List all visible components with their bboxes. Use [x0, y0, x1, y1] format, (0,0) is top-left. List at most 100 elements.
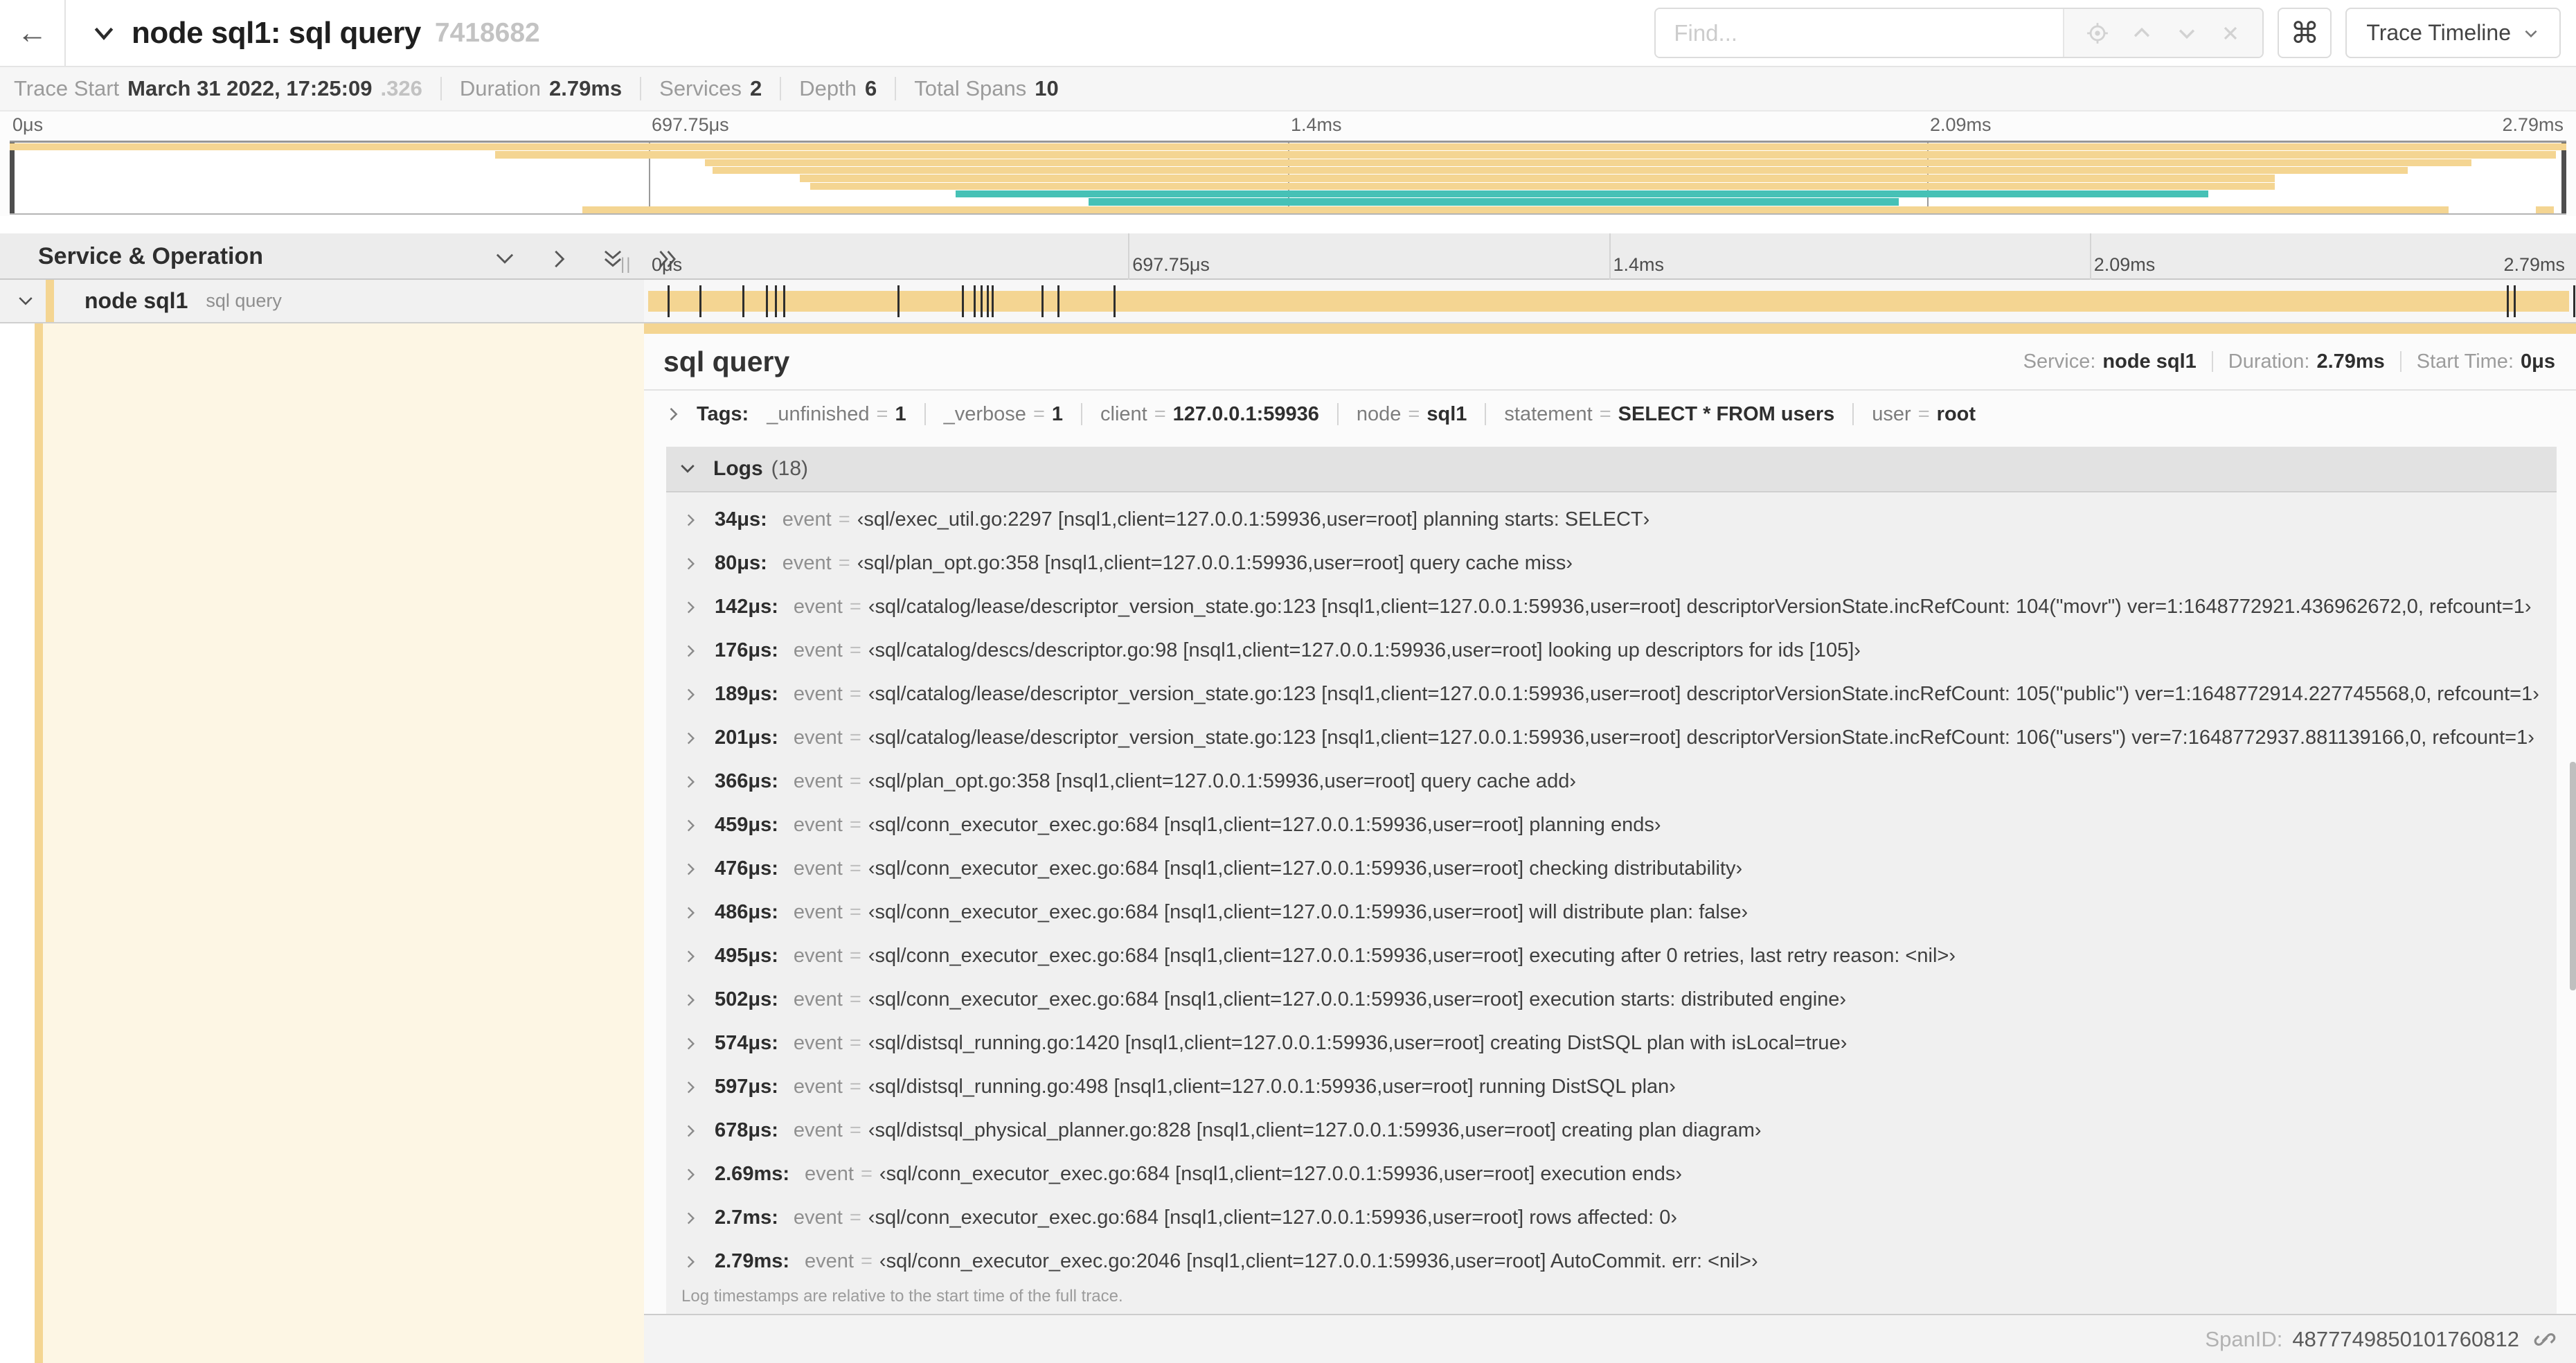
log-row[interactable]: 176μs: event = ‹sql/catalog/descs/descripto… [666, 629, 2557, 672]
log-field-value: ‹sql/plan_opt.go:358 [nsql1,client=127.0… [868, 770, 1576, 792]
log-row[interactable]: 502μs: event = ‹sql/conn_executor_exec.go:6… [666, 978, 2557, 1022]
column-resize-handle[interactable]: || [620, 255, 632, 274]
detail-row-highlight [43, 323, 644, 1363]
log-row[interactable]: 80μs: event = ‹sql/plan_opt.go:358 [nsql1,c… [666, 542, 2557, 585]
log-field-value: ‹sql/catalog/descs/descriptor.go:98 [nsq… [868, 639, 1861, 661]
tag-item[interactable]: client = 127.0.0.1:59936 [1100, 403, 1319, 426]
clear-search-icon[interactable] [2219, 22, 2242, 44]
scrollbar-thumb[interactable] [2570, 762, 2576, 990]
meta-value: 10 [1035, 76, 1059, 100]
keyboard-shortcuts-button[interactable]: ⌘ [2278, 8, 2332, 58]
log-marker-tick [2513, 285, 2516, 317]
span-row-track[interactable] [644, 280, 2576, 322]
next-result-icon[interactable] [2175, 21, 2199, 45]
detail-meta-label: Start Time: [2416, 350, 2514, 373]
log-row[interactable]: 189μs: event = ‹sql/catalog/lease/descripto… [666, 672, 2557, 716]
tag-item[interactable]: _unfinished = 1 [767, 403, 906, 426]
log-row[interactable]: 459μs: event = ‹sql/conn_executor_exec.go:6… [666, 803, 2557, 847]
tag-item[interactable]: _verbose = 1 [944, 403, 1063, 426]
back-button[interactable]: ← [0, 0, 66, 66]
log-timestamp: 597μs: [715, 1076, 778, 1098]
log-marker-tick [2507, 285, 2510, 317]
tag-item[interactable]: statement = SELECT * FROM users [1504, 403, 1834, 426]
chevron-down-icon[interactable] [15, 291, 36, 312]
tag-equals: = [1917, 402, 1930, 425]
log-timestamp: 201μs: [715, 727, 778, 749]
log-row[interactable]: 678μs: event = ‹sql/distsql_physical_planne… [666, 1109, 2557, 1152]
chevron-down-icon[interactable] [90, 19, 118, 47]
chevron-right-icon [681, 729, 699, 747]
find-input[interactable] [1656, 9, 2064, 57]
log-row[interactable]: 574μs: event = ‹sql/distsql_running.go:1420… [666, 1022, 2557, 1065]
log-equals: = [849, 857, 861, 880]
log-field-key: event [793, 988, 843, 1010]
log-row[interactable]: 2.69ms: event = ‹sql/conn_executor_exec.go:… [666, 1152, 2557, 1196]
log-equals: = [860, 1250, 873, 1272]
tag-item[interactable]: node = sql1 [1357, 403, 1467, 426]
tag-separator [924, 403, 926, 425]
expand-one-icon[interactable] [546, 246, 572, 272]
log-field-key: event [793, 683, 843, 705]
minimap-canvas[interactable] [10, 141, 2566, 215]
log-timestamp: 366μs: [715, 770, 778, 792]
prev-result-icon[interactable] [2130, 21, 2154, 45]
logs-count: (18) [771, 457, 809, 480]
log-timestamp: 678μs: [715, 1119, 778, 1141]
log-field-key: event [793, 814, 843, 836]
log-equals: = [849, 945, 861, 967]
chevron-right-icon [681, 686, 699, 704]
minimap-span-bar [582, 206, 2449, 213]
meta-value: March 31 2022, 17:25:09 [127, 76, 373, 100]
minimap-right-scrubber[interactable] [2561, 143, 2566, 213]
meta-label: Duration [459, 76, 541, 100]
log-equals: = [849, 1206, 861, 1229]
log-timestamp: 142μs: [715, 596, 778, 618]
log-row[interactable]: 34μs: event = ‹sql/exec_util.go:2297 [nsql1… [666, 498, 2557, 542]
log-row[interactable]: 366μs: event = ‹sql/plan_opt.go:358 [nsql1,… [666, 760, 2557, 803]
span-detail-header[interactable]: sql query Service: node sql1 Duration: 2.79… [644, 334, 2576, 391]
span-id-bar: SpanID: 4877749850101760812 [644, 1314, 2576, 1363]
log-equals: = [849, 1076, 861, 1098]
meta-separator [2399, 351, 2401, 372]
span-color-accent [46, 280, 54, 322]
service-operation-header: Service & Operation [38, 243, 264, 269]
log-field-key: event [793, 1119, 843, 1141]
span-row[interactable]: node sql1 sql query [0, 280, 2576, 323]
log-field-key: event [793, 639, 843, 661]
log-row[interactable]: 486μs: event = ‹sql/conn_executor_exec.go:6… [666, 891, 2557, 934]
deep-link-icon[interactable] [2532, 1326, 2558, 1353]
span-detail-title: sql query [663, 345, 790, 377]
log-marker-tick [742, 285, 744, 317]
log-timestamp: 2.79ms: [715, 1250, 790, 1272]
command-icon: ⌘ [2290, 16, 2320, 50]
log-row[interactable]: 142μs: event = ‹sql/catalog/lease/descripto… [666, 585, 2557, 629]
log-marker-tick [961, 285, 964, 317]
minimap-axis-label: 697.75μs [652, 114, 729, 135]
log-row[interactable]: 597μs: event = ‹sql/distsql_running.go:498 … [666, 1065, 2557, 1109]
chevron-right-icon [681, 991, 699, 1009]
log-row[interactable]: 476μs: event = ‹sql/conn_executor_exec.go:6… [666, 847, 2557, 891]
tag-item[interactable]: user = root [1872, 403, 1976, 426]
tags-accordion[interactable]: Tags: _unfinished = 1 _verbose = 1 client = 127.… [644, 391, 2576, 438]
log-field-key: event [805, 1250, 854, 1272]
logs-header[interactable]: Logs (18) [666, 447, 2557, 492]
span-detail-meta: Service: node sql1 Duration: 2.79ms Start Ti… [2023, 350, 2555, 373]
log-row[interactable]: 2.7ms: event = ‹sql/conn_executor_exec.go:6… [666, 1196, 2557, 1240]
log-row[interactable]: 2.79ms: event = ‹sql/conn_executor_exec.go:… [666, 1240, 2557, 1283]
log-marker-tick [668, 285, 670, 317]
log-field-key: event [793, 1206, 843, 1229]
tags-label: Tags: [697, 402, 749, 425]
span-row-name-cell[interactable]: node sql1 sql query [0, 280, 644, 322]
meta-label: Services [659, 76, 742, 100]
log-field-value: ‹sql/conn_executor_exec.go:684 [nsql1,cl… [868, 1206, 1678, 1229]
log-field-value: ‹sql/conn_executor_exec.go:684 [nsql1,cl… [868, 988, 1847, 1010]
log-row[interactable]: 495μs: event = ‹sql/conn_executor_exec.go:6… [666, 934, 2557, 978]
span-bar[interactable] [648, 291, 2569, 312]
locate-icon[interactable] [2086, 21, 2109, 45]
collapse-one-icon[interactable] [492, 246, 518, 272]
trace-view-dropdown[interactable]: Trace Timeline [2345, 8, 2561, 58]
logs-accordion: Logs (18) 34μs: event = ‹sql/exec_util.go:2… [666, 447, 2557, 1314]
minimap-left-scrubber[interactable] [10, 143, 15, 213]
log-field-key: event [793, 901, 843, 923]
log-row[interactable]: 201μs: event = ‹sql/catalog/lease/descripto… [666, 716, 2557, 760]
